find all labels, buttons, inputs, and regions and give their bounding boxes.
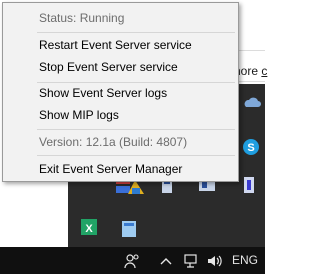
version-label: Version: 12.1a (Build: 4807) (39, 135, 188, 149)
restart-service-menu-item[interactable]: Restart Event Server service (3, 34, 238, 56)
background-text: nore c (234, 64, 267, 78)
menu-separator (37, 32, 235, 33)
svg-text:X: X (85, 223, 93, 235)
background-link[interactable]: c (261, 64, 267, 78)
people-icon[interactable] (124, 253, 140, 269)
status-label: Status: Running (39, 11, 125, 25)
context-menu: Status: Running Restart Event Server ser… (2, 2, 239, 182)
menu-separator (37, 155, 235, 156)
svg-text:S: S (247, 142, 254, 154)
show-event-server-logs-menu-item[interactable]: Show Event Server logs (3, 82, 238, 104)
menu-separator (37, 129, 235, 130)
taskbar: ENG (0, 247, 265, 274)
app-icon[interactable] (118, 218, 140, 240)
network-icon[interactable] (183, 253, 199, 269)
excel-icon[interactable]: X (78, 216, 100, 238)
stop-service-menu-item[interactable]: Stop Event Server service (3, 56, 238, 78)
volume-icon[interactable] (206, 253, 224, 269)
exit-event-server-manager-menu-item[interactable]: Exit Event Server Manager (3, 158, 238, 180)
show-mip-logs-menu-item[interactable]: Show MIP logs (3, 104, 238, 126)
chevron-up-icon[interactable] (160, 253, 172, 269)
usb-icon[interactable] (238, 174, 260, 196)
cloud-icon[interactable] (241, 92, 263, 114)
skype-icon[interactable]: S (240, 136, 262, 158)
language-indicator[interactable]: ENG (232, 253, 258, 269)
